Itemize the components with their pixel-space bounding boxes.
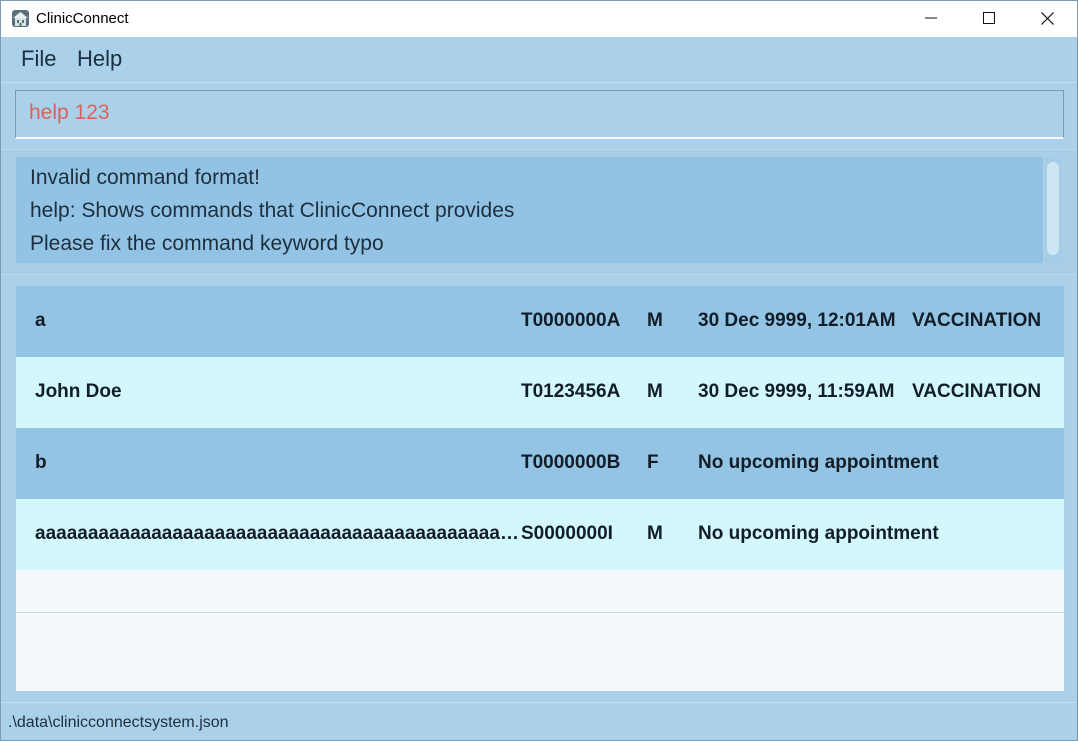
- patient-row[interactable]: b T0000000B F No upcoming appointment: [16, 428, 1064, 499]
- patient-appointment-type: VACCINATION: [912, 310, 1042, 331]
- patient-name: a: [35, 310, 46, 331]
- patient-appointment: 30 Dec 9999, 12:01AM: [698, 310, 896, 331]
- result-line: help: Shows commands that ClinicConnect …: [30, 199, 515, 222]
- minimize-button[interactable]: [902, 1, 960, 35]
- command-area: [1, 83, 1077, 149]
- patient-sex: M: [647, 310, 663, 331]
- result-line: Please fix the command keyword typo: [30, 232, 384, 255]
- clinic-building-icon: [12, 10, 29, 27]
- menu-help[interactable]: Help: [77, 46, 122, 72]
- app-window: ClinicConnect File Help I: [0, 0, 1078, 741]
- menu-file[interactable]: File: [21, 46, 56, 72]
- patient-name: aaaaaaaaaaaaaaaaaaaaaaaaaaaaaaaaaaaaaaaa…: [35, 523, 519, 544]
- save-file-path: .\data\clinicconnectsystem.json: [8, 714, 229, 731]
- patient-nric: T0123456A: [521, 381, 621, 402]
- patient-appointment: No upcoming appointment: [698, 523, 939, 544]
- command-box[interactable]: [15, 90, 1064, 139]
- patient-list[interactable]: a T0000000A M 30 Dec 9999, 12:01AM VACCI…: [16, 286, 1064, 691]
- patient-name: John Doe: [35, 381, 122, 402]
- maximize-icon: [983, 12, 995, 24]
- minimize-icon: [925, 17, 937, 19]
- maximize-button[interactable]: [960, 1, 1018, 35]
- patient-nric: S0000000I: [521, 523, 613, 544]
- window-title: ClinicConnect: [36, 10, 129, 27]
- patient-row[interactable]: John Doe T0123456A M 30 Dec 9999, 11:59A…: [16, 357, 1064, 428]
- patient-sex: M: [647, 523, 663, 544]
- close-button[interactable]: [1018, 1, 1076, 35]
- patient-row[interactable]: a T0000000A M 30 Dec 9999, 12:01AM VACCI…: [16, 286, 1064, 357]
- patient-sex: F: [647, 452, 659, 473]
- patient-nric: T0000000A: [521, 310, 621, 331]
- close-icon: [1040, 11, 1054, 25]
- command-input[interactable]: [29, 101, 1029, 125]
- result-scrollbar-thumb[interactable]: [1047, 162, 1059, 255]
- status-bar: .\data\clinicconnectsystem.json: [1, 702, 1077, 740]
- list-divider: [16, 612, 1064, 613]
- title-bar[interactable]: ClinicConnect: [1, 1, 1077, 37]
- result-line: Invalid command format!: [30, 166, 260, 189]
- patient-row[interactable]: aaaaaaaaaaaaaaaaaaaaaaaaaaaaaaaaaaaaaaaa…: [16, 499, 1064, 570]
- result-display[interactable]: Invalid command format! help: Shows comm…: [16, 157, 1043, 263]
- patient-nric: T0000000B: [521, 452, 621, 473]
- patient-appointment-type: VACCINATION: [912, 381, 1042, 402]
- patient-appointment: 30 Dec 9999, 11:59AM: [698, 381, 895, 402]
- menu-bar: File Help: [1, 37, 1077, 83]
- patient-appointment: No upcoming appointment: [698, 452, 939, 473]
- patient-sex: M: [647, 381, 663, 402]
- patient-name: b: [35, 452, 47, 473]
- result-display-area: Invalid command format! help: Shows comm…: [1, 149, 1077, 275]
